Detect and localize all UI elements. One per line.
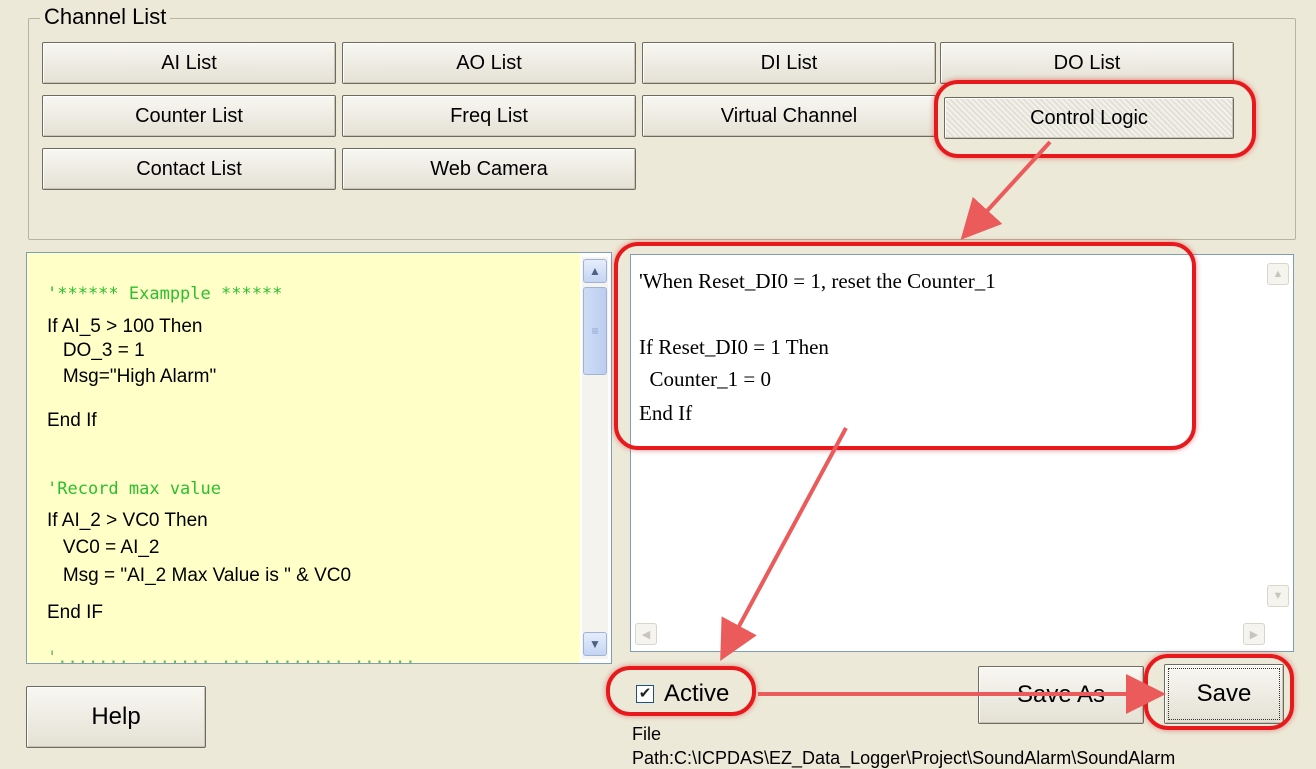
freq-list-button[interactable]: Freq List	[342, 95, 636, 137]
editor-scroll-left-icon[interactable]: ◀	[635, 623, 657, 645]
scroll-down-arrow-icon[interactable]: ▼	[583, 632, 607, 656]
di-list-button[interactable]: DI List	[642, 42, 936, 84]
code-line: Msg = "AI_2 Max Value is " & VC0	[47, 565, 352, 586]
example-title-comment: '****** Exampple ******	[47, 284, 283, 304]
scroll-thumb[interactable]: ≡	[583, 287, 607, 375]
active-label[interactable]: Active	[664, 680, 729, 708]
control-logic-button[interactable]: Control Logic	[944, 97, 1234, 139]
code-line: If AI_5 > 100 Then	[47, 316, 203, 337]
code-line: VC0 = AI_2	[47, 537, 160, 558]
save-as-button[interactable]: Save As	[978, 666, 1144, 724]
code-line: End If	[47, 410, 97, 431]
editor-scroll-up-icon[interactable]: ▲	[1267, 263, 1289, 285]
do-list-button[interactable]: DO List	[940, 42, 1234, 84]
editor-line: Counter_1 = 0	[639, 367, 772, 391]
counter-list-button[interactable]: Counter List	[42, 95, 336, 137]
file-path: Path:C:\ICPDAS\EZ_Data_Logger\Project\So…	[632, 748, 1176, 768]
editor-line: End If	[639, 401, 693, 425]
code-line-partial: '....... ....... ... ........ ......	[47, 648, 416, 663]
code-line: End IF	[47, 602, 103, 623]
ao-list-button[interactable]: AO List	[342, 42, 636, 84]
active-checkbox[interactable]: ✔	[636, 685, 654, 703]
contact-list-button[interactable]: Contact List	[42, 148, 336, 190]
code-line: Msg="High Alarm"	[47, 366, 217, 387]
web-camera-button[interactable]: Web Camera	[342, 148, 636, 190]
code-line: DO_3 = 1	[47, 340, 145, 361]
channel-list-title: Channel List	[40, 4, 171, 30]
example-comment: 'Record max value	[47, 479, 221, 499]
control-logic-editor[interactable]: 'When Reset_DI0 = 1, reset the Counter_1…	[630, 254, 1294, 652]
editor-line: If Reset_DI0 = 1 Then	[639, 335, 829, 359]
editor-scroll-right-icon[interactable]: ▶	[1243, 623, 1265, 645]
example-code-area[interactable]: '****** Exampple ****** If AI_5 > 100 Th…	[27, 253, 580, 663]
ai-list-button[interactable]: AI List	[42, 42, 336, 84]
save-button[interactable]: Save	[1164, 664, 1284, 724]
editor-line: 'When Reset_DI0 = 1, reset the Counter_1	[639, 269, 996, 293]
code-line: If AI_2 > VC0 Then	[47, 510, 208, 531]
help-button[interactable]: Help	[26, 686, 206, 748]
scroll-up-arrow-icon[interactable]: ▲	[583, 259, 607, 283]
editor-scroll-down-icon[interactable]: ▼	[1267, 585, 1289, 607]
file-label: File	[632, 724, 662, 744]
virtual-channel-button[interactable]: Virtual Channel	[642, 95, 936, 137]
example-vertical-scrollbar[interactable]: ▲ ≡ ▼	[582, 257, 608, 659]
